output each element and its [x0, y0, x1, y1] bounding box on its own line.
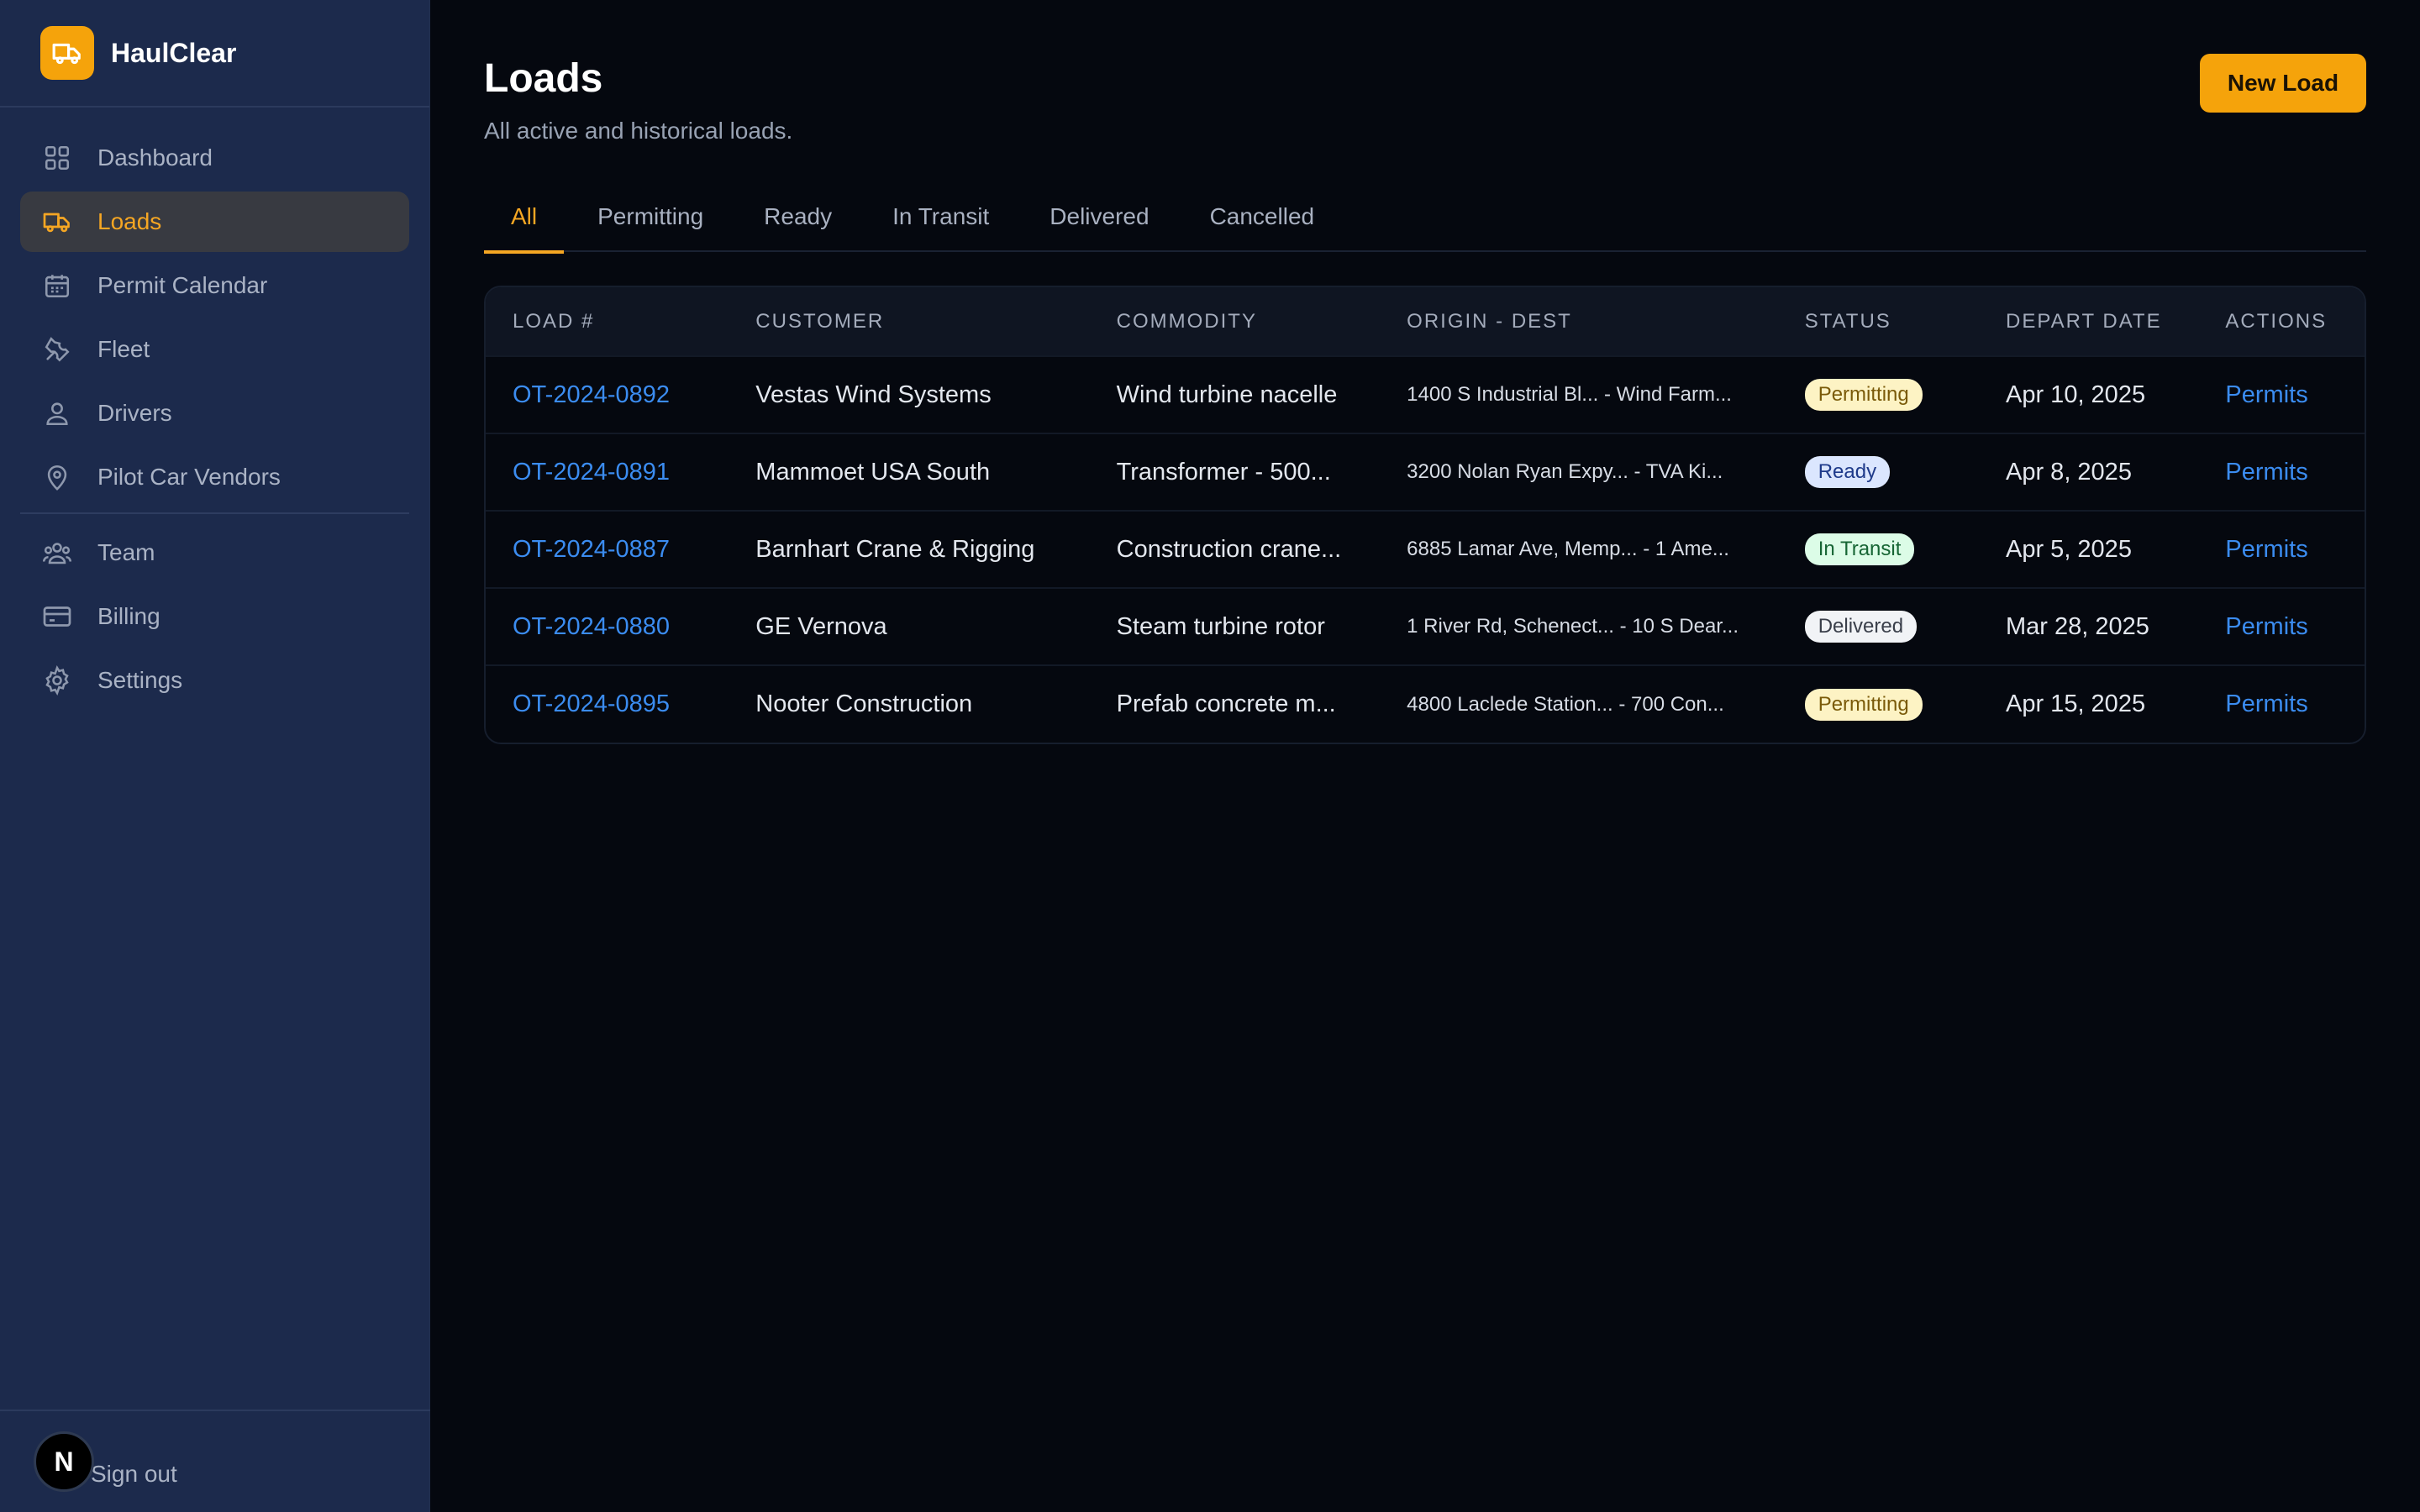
permits-link[interactable]: Permits	[2225, 613, 2307, 640]
loads-table: LOAD # CUSTOMER COMMODITY ORIGIN - DEST …	[484, 286, 2366, 744]
depart-date-cell: Apr 5, 2025	[2006, 535, 2132, 563]
column-header-origin-dest: ORIGIN - DEST	[1407, 309, 1572, 333]
column-header-commodity: COMMODITY	[1116, 309, 1257, 333]
sidebar-footer: N Sign out	[0, 1410, 430, 1512]
load-number-link[interactable]: OT-2024-0891	[513, 459, 670, 486]
status-badge: Ready	[1804, 456, 1891, 488]
status-badge: Permitting	[1804, 688, 1923, 721]
wrench-icon	[40, 333, 74, 366]
commodity-cell: Prefab concrete m...	[1116, 690, 1336, 717]
new-load-button[interactable]: New Load	[2200, 54, 2366, 113]
sidebar-item-team[interactable]: Team	[20, 522, 409, 583]
commodity-cell: Transformer - 500...	[1116, 458, 1331, 486]
depart-date-cell: Apr 10, 2025	[2006, 381, 2146, 408]
commodity-cell: Steam turbine rotor	[1116, 612, 1325, 640]
calendar-icon	[40, 269, 74, 302]
sidebar-item-label: Billing	[97, 603, 160, 629]
commodity-cell: Wind turbine nacelle	[1116, 381, 1338, 408]
sidebar-item-pilot-car-vendors[interactable]: Pilot Car Vendors	[20, 447, 409, 507]
table-header-row: LOAD # CUSTOMER COMMODITY ORIGIN - DEST …	[486, 287, 2365, 356]
sidebar-item-dashboard[interactable]: Dashboard	[20, 128, 409, 188]
customer-cell: GE Vernova	[755, 612, 887, 640]
load-number-link[interactable]: OT-2024-0895	[513, 690, 670, 717]
column-header-load: LOAD #	[513, 309, 595, 333]
sidebar-item-label: Pilot Car Vendors	[97, 464, 281, 490]
credit-card-icon	[40, 600, 74, 633]
customer-cell: Nooter Construction	[755, 690, 973, 717]
sidebar-item-label: Dashboard	[97, 144, 213, 171]
main-content: Loads All active and historical loads. N…	[484, 0, 2366, 1512]
customer-cell: Barnhart Crane & Rigging	[755, 535, 1035, 563]
sidebar-item-loads[interactable]: Loads	[20, 192, 409, 252]
truck-icon	[40, 26, 94, 80]
tab-all[interactable]: All	[484, 193, 565, 254]
origin-dest-cell: 1400 S Industrial Bl... - Wind Farm...	[1407, 383, 1732, 406]
sidebar-item-drivers[interactable]: Drivers	[20, 383, 409, 444]
grid-icon	[40, 141, 74, 175]
tab-in-transit[interactable]: In Transit	[892, 193, 989, 252]
origin-dest-cell: 4800 Laclede Station... - 700 Con...	[1407, 692, 1724, 716]
permits-link[interactable]: Permits	[2225, 536, 2307, 563]
permits-link[interactable]: Permits	[2225, 381, 2307, 408]
sidebar-item-label: Loads	[97, 208, 162, 234]
avatar[interactable]: N	[34, 1431, 94, 1492]
table-row[interactable]: OT-2024-0895 Nooter Construction Prefab …	[486, 665, 2365, 743]
sidebar-item-label: Team	[97, 539, 155, 565]
sidebar-nav: Dashboard Loads Permit Calendar Fleet Dr…	[0, 108, 429, 711]
load-number-link[interactable]: OT-2024-0892	[513, 381, 670, 408]
load-number-link[interactable]: OT-2024-0880	[513, 613, 670, 640]
column-header-status: STATUS	[1804, 309, 1891, 333]
nav-divider	[20, 512, 409, 514]
depart-date-cell: Apr 8, 2025	[2006, 458, 2132, 486]
page-title: Loads	[484, 56, 603, 101]
table-row[interactable]: OT-2024-0892 Vestas Wind Systems Wind tu…	[486, 356, 2365, 433]
status-badge: Permitting	[1804, 379, 1923, 411]
sidebar-item-label: Drivers	[97, 400, 172, 426]
column-header-actions: ACTIONS	[2225, 309, 2328, 333]
origin-dest-cell: 6885 Lamar Ave, Memp... - 1 Ame...	[1407, 538, 1729, 560]
sidebar-item-label: Fleet	[97, 336, 150, 362]
tab-permitting[interactable]: Permitting	[597, 193, 703, 252]
sidebar-item-settings[interactable]: Settings	[20, 650, 409, 711]
page-subtitle: All active and historical loads.	[484, 118, 793, 144]
user-icon	[40, 396, 74, 430]
truck-icon	[40, 205, 74, 239]
depart-date-cell: Apr 15, 2025	[2006, 690, 2146, 717]
customer-cell: Mammoet USA South	[755, 458, 991, 486]
status-tabs: All Permitting Ready In Transit Delivere…	[484, 193, 2366, 254]
origin-dest-cell: 1 River Rd, Schenect... - 10 S Dear...	[1407, 615, 1739, 638]
origin-dest-cell: 3200 Nolan Ryan Expy... - TVA Ki...	[1407, 460, 1723, 483]
tab-delivered[interactable]: Delivered	[1050, 193, 1149, 252]
sidebar: HaulClear Dashboard Loads Permit Calenda…	[0, 0, 430, 1512]
sidebar-item-fleet[interactable]: Fleet	[20, 319, 409, 380]
column-header-depart-date: DEPART DATE	[2006, 309, 2162, 333]
permits-link[interactable]: Permits	[2225, 459, 2307, 486]
brand-name: HaulClear	[111, 37, 237, 68]
sidebar-item-billing[interactable]: Billing	[20, 586, 409, 647]
tab-cancelled[interactable]: Cancelled	[1210, 193, 1315, 252]
customer-cell: Vestas Wind Systems	[755, 381, 992, 408]
load-number-link[interactable]: OT-2024-0887	[513, 536, 670, 563]
sidebar-item-label: Permit Calendar	[97, 272, 268, 298]
brand[interactable]: HaulClear	[0, 0, 429, 108]
tab-ready[interactable]: Ready	[764, 193, 832, 252]
permits-link[interactable]: Permits	[2225, 690, 2307, 717]
table-row[interactable]: OT-2024-0880 GE Vernova Steam turbine ro…	[486, 588, 2365, 665]
table-row[interactable]: OT-2024-0887 Barnhart Crane & Rigging Co…	[486, 511, 2365, 588]
sign-out-link[interactable]: Sign out	[91, 1461, 177, 1488]
sidebar-item-permit-calendar[interactable]: Permit Calendar	[20, 255, 409, 316]
table-row[interactable]: OT-2024-0891 Mammoet USA South Transform…	[486, 433, 2365, 511]
sidebar-item-label: Settings	[97, 667, 183, 693]
depart-date-cell: Mar 28, 2025	[2006, 612, 2149, 640]
column-header-customer: CUSTOMER	[755, 309, 885, 333]
map-pin-icon	[40, 460, 74, 494]
status-badge: Delivered	[1804, 611, 1918, 643]
users-icon	[40, 536, 74, 570]
status-badge: In Transit	[1804, 533, 1915, 565]
gear-icon	[40, 664, 74, 697]
commodity-cell: Construction crane...	[1116, 535, 1342, 563]
